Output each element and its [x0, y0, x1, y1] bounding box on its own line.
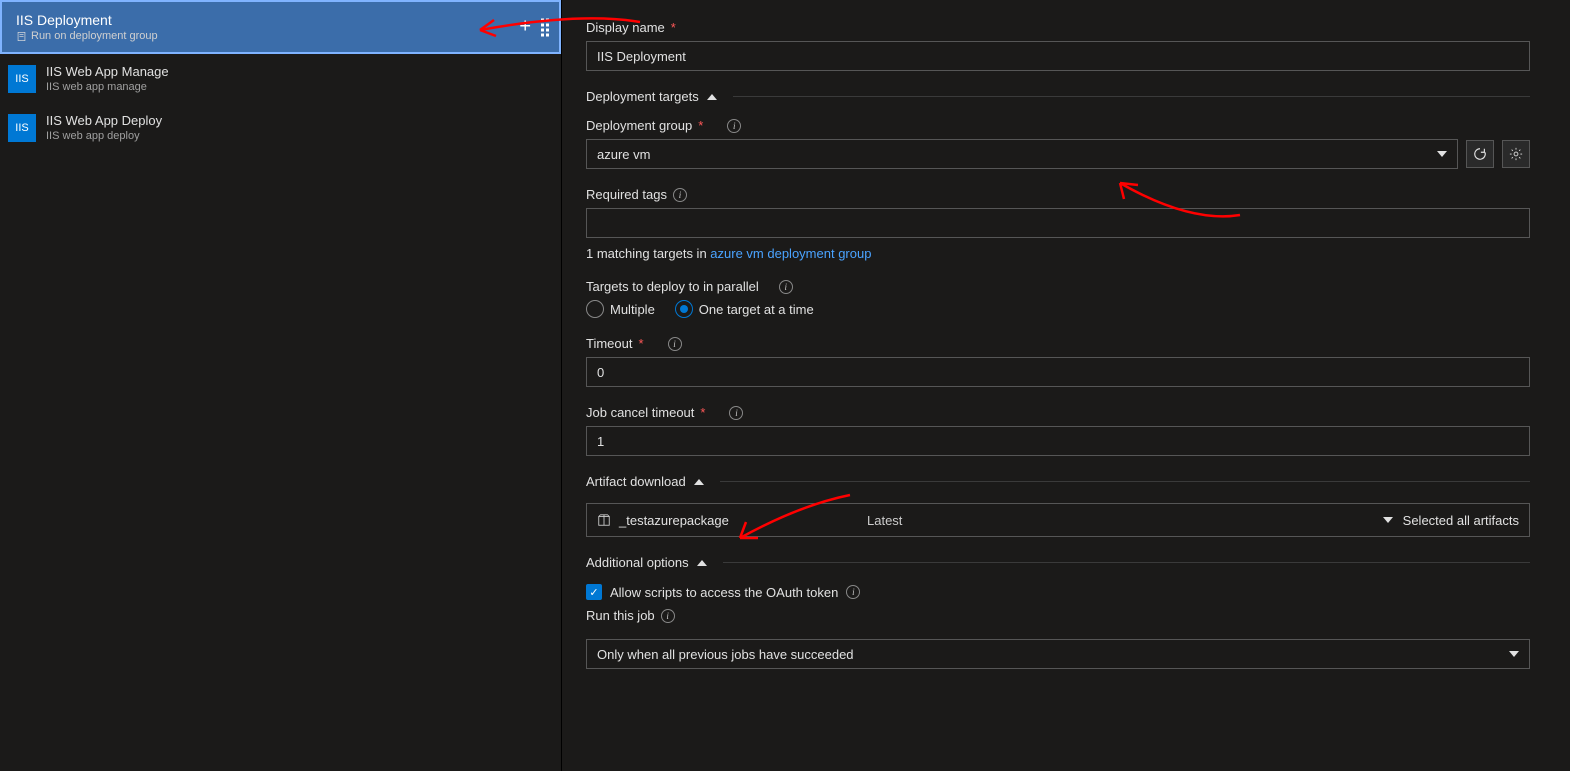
artifact-row[interactable]: _testazurepackage Latest Selected all ar… — [586, 503, 1530, 537]
chevron-down-icon — [1383, 517, 1393, 523]
add-task-icon[interactable]: + — [519, 16, 531, 39]
run-this-job-select[interactable]: Only when all previous jobs have succeed… — [586, 639, 1530, 669]
parallel-label: Targets to deploy to in parallel i — [586, 279, 1530, 294]
chevron-up-icon — [707, 94, 717, 100]
radio-multiple[interactable]: Multiple — [586, 300, 655, 318]
oauth-checkbox[interactable]: ✓ — [586, 584, 602, 600]
iis-badge-icon: IIS — [8, 65, 36, 93]
task-subtitle: IIS web app deploy — [46, 130, 162, 142]
info-icon[interactable]: i — [668, 337, 682, 351]
chevron-down-icon — [1509, 651, 1519, 657]
left-task-panel: IIS Deployment Run on deployment group +… — [0, 0, 562, 771]
section-artifact-download[interactable]: Artifact download — [586, 474, 1530, 489]
timeout-input[interactable] — [586, 357, 1530, 387]
task-title: IIS Web App Deploy — [46, 113, 162, 128]
refresh-button[interactable] — [1466, 140, 1494, 168]
info-icon[interactable]: i — [779, 280, 793, 294]
run-this-job-label: Run this job i — [586, 608, 1530, 623]
refresh-icon — [1473, 147, 1487, 161]
package-icon — [597, 513, 611, 527]
job-cancel-timeout-label: Job cancel timeout* i — [586, 405, 1530, 420]
deployment-group-label: Deployment group* i — [586, 118, 1530, 133]
artifact-status: Selected all artifacts — [1403, 513, 1519, 528]
deployment-group-header[interactable]: IIS Deployment Run on deployment group + — [0, 0, 561, 54]
required-tags-label: Required tags i — [586, 187, 1530, 202]
display-name-label: Display name* — [586, 20, 1530, 35]
job-cancel-timeout-input[interactable] — [586, 426, 1530, 456]
properties-panel: Display name* Deployment targets Deploym… — [562, 0, 1570, 771]
header-title: IIS Deployment — [16, 12, 158, 28]
matching-targets-text: 1 matching targets in azure vm deploymen… — [586, 246, 1530, 261]
required-tags-input[interactable] — [586, 208, 1530, 238]
drag-handle-icon[interactable] — [541, 18, 549, 36]
task-item[interactable]: IIS IIS Web App Deploy IIS web app deploy — [0, 103, 561, 152]
display-name-input[interactable] — [586, 41, 1530, 71]
chevron-down-icon — [1437, 151, 1447, 157]
task-title: IIS Web App Manage — [46, 64, 169, 79]
chevron-up-icon — [697, 560, 707, 566]
server-icon — [16, 31, 27, 42]
chevron-up-icon — [694, 479, 704, 485]
header-subtitle: Run on deployment group — [16, 30, 158, 42]
section-deployment-targets[interactable]: Deployment targets — [586, 89, 1530, 104]
task-item[interactable]: IIS IIS Web App Manage IIS web app manage — [0, 54, 561, 103]
deployment-group-select[interactable]: azure vm — [586, 139, 1458, 169]
info-icon[interactable]: i — [729, 406, 743, 420]
info-icon[interactable]: i — [661, 609, 675, 623]
info-icon[interactable]: i — [673, 188, 687, 202]
section-additional-options[interactable]: Additional options — [586, 555, 1530, 570]
gear-icon — [1509, 147, 1523, 161]
task-subtitle: IIS web app manage — [46, 81, 169, 93]
info-icon[interactable]: i — [727, 119, 741, 133]
settings-button[interactable] — [1502, 140, 1530, 168]
deployment-group-link[interactable]: azure vm deployment group — [710, 246, 871, 261]
radio-one-at-a-time[interactable]: One target at a time — [675, 300, 814, 318]
oauth-label: Allow scripts to access the OAuth token — [610, 585, 838, 600]
timeout-label: Timeout* i — [586, 336, 1530, 351]
info-icon[interactable]: i — [846, 585, 860, 599]
iis-badge-icon: IIS — [8, 114, 36, 142]
